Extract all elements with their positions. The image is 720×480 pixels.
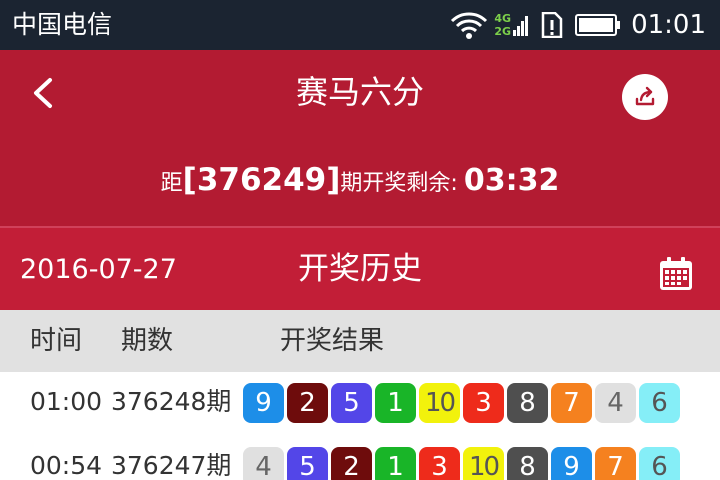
table-header: 时间 期数 开奖结果	[0, 310, 720, 372]
result-ball: 6	[639, 383, 680, 423]
result-balls: 4 5 2 1 3 10 8 9 7 6	[243, 447, 683, 480]
result-balls: 9 2 5 1 10 3 8 7 4 6	[243, 383, 683, 423]
network-type: 4G 2G	[494, 12, 511, 38]
result-ball: 7	[551, 383, 592, 423]
result-ball: 9	[551, 447, 592, 480]
result-ball: 2	[287, 383, 328, 423]
column-issue: 期数	[121, 326, 174, 356]
calendar-button[interactable]	[658, 256, 694, 292]
result-ball: 8	[507, 447, 548, 480]
share-button[interactable]	[622, 74, 668, 120]
status-indicators: 4G 2G 01:01	[450, 0, 706, 50]
countdown-suffix: 期开奖剩余:	[340, 171, 458, 196]
countdown-time: 03:32	[463, 163, 560, 198]
network-4g-label: 4G	[494, 12, 512, 25]
sim-alert-icon	[541, 12, 563, 38]
result-ball: 3	[463, 383, 504, 423]
column-time: 时间	[30, 326, 83, 356]
result-ball: 10	[463, 447, 504, 480]
row-time: 00:54	[30, 451, 103, 480]
row-issue: 376248期	[111, 387, 232, 416]
carrier-name: 中国电信	[12, 10, 113, 39]
row-issue: 376247期	[111, 451, 232, 480]
result-ball: 10	[419, 383, 460, 423]
table-row[interactable]: 01:00 376248期 9 2 5 1 10 3 8 7 4 6	[0, 372, 720, 434]
next-issue-number: [376249]	[182, 162, 341, 198]
result-ball: 3	[419, 447, 460, 480]
battery-icon	[575, 14, 621, 36]
share-icon	[635, 86, 655, 106]
wifi-icon	[451, 12, 488, 39]
history-title: 开奖历史	[298, 251, 422, 287]
result-ball: 7	[595, 447, 636, 480]
result-ball: 4	[595, 383, 636, 423]
page-title: 赛马六分	[295, 73, 424, 111]
result-ball: 1	[375, 383, 416, 423]
table-row[interactable]: 00:54 376247期 4 5 2 1 3 10 8 9 7 6	[0, 436, 720, 480]
signal-icon	[513, 16, 529, 36]
column-result: 开奖结果	[280, 326, 385, 356]
history-bar: 2016-07-27 开奖历史	[0, 226, 720, 310]
status-clock: 01:01	[631, 10, 706, 40]
result-ball: 2	[331, 447, 372, 480]
row-time: 01:00	[30, 387, 103, 416]
countdown-prefix: 距	[160, 171, 183, 196]
result-ball: 1	[375, 447, 416, 480]
result-ball: 5	[331, 383, 372, 423]
result-ball: 5	[287, 447, 328, 480]
calendar-icon	[660, 257, 692, 290]
network-2g-label: 2G	[494, 25, 512, 38]
result-ball: 6	[639, 447, 680, 480]
draw-countdown: 距[376249]期开奖剩余: 03:32	[0, 160, 720, 204]
result-ball: 8	[507, 383, 548, 423]
result-ball: 4	[243, 447, 284, 480]
app-header: 赛马六分 距[376249]期开奖剩余: 03:32	[0, 50, 720, 226]
result-ball: 9	[243, 383, 284, 423]
status-bar: 中国电信 4G 2G 01:01	[0, 0, 720, 50]
